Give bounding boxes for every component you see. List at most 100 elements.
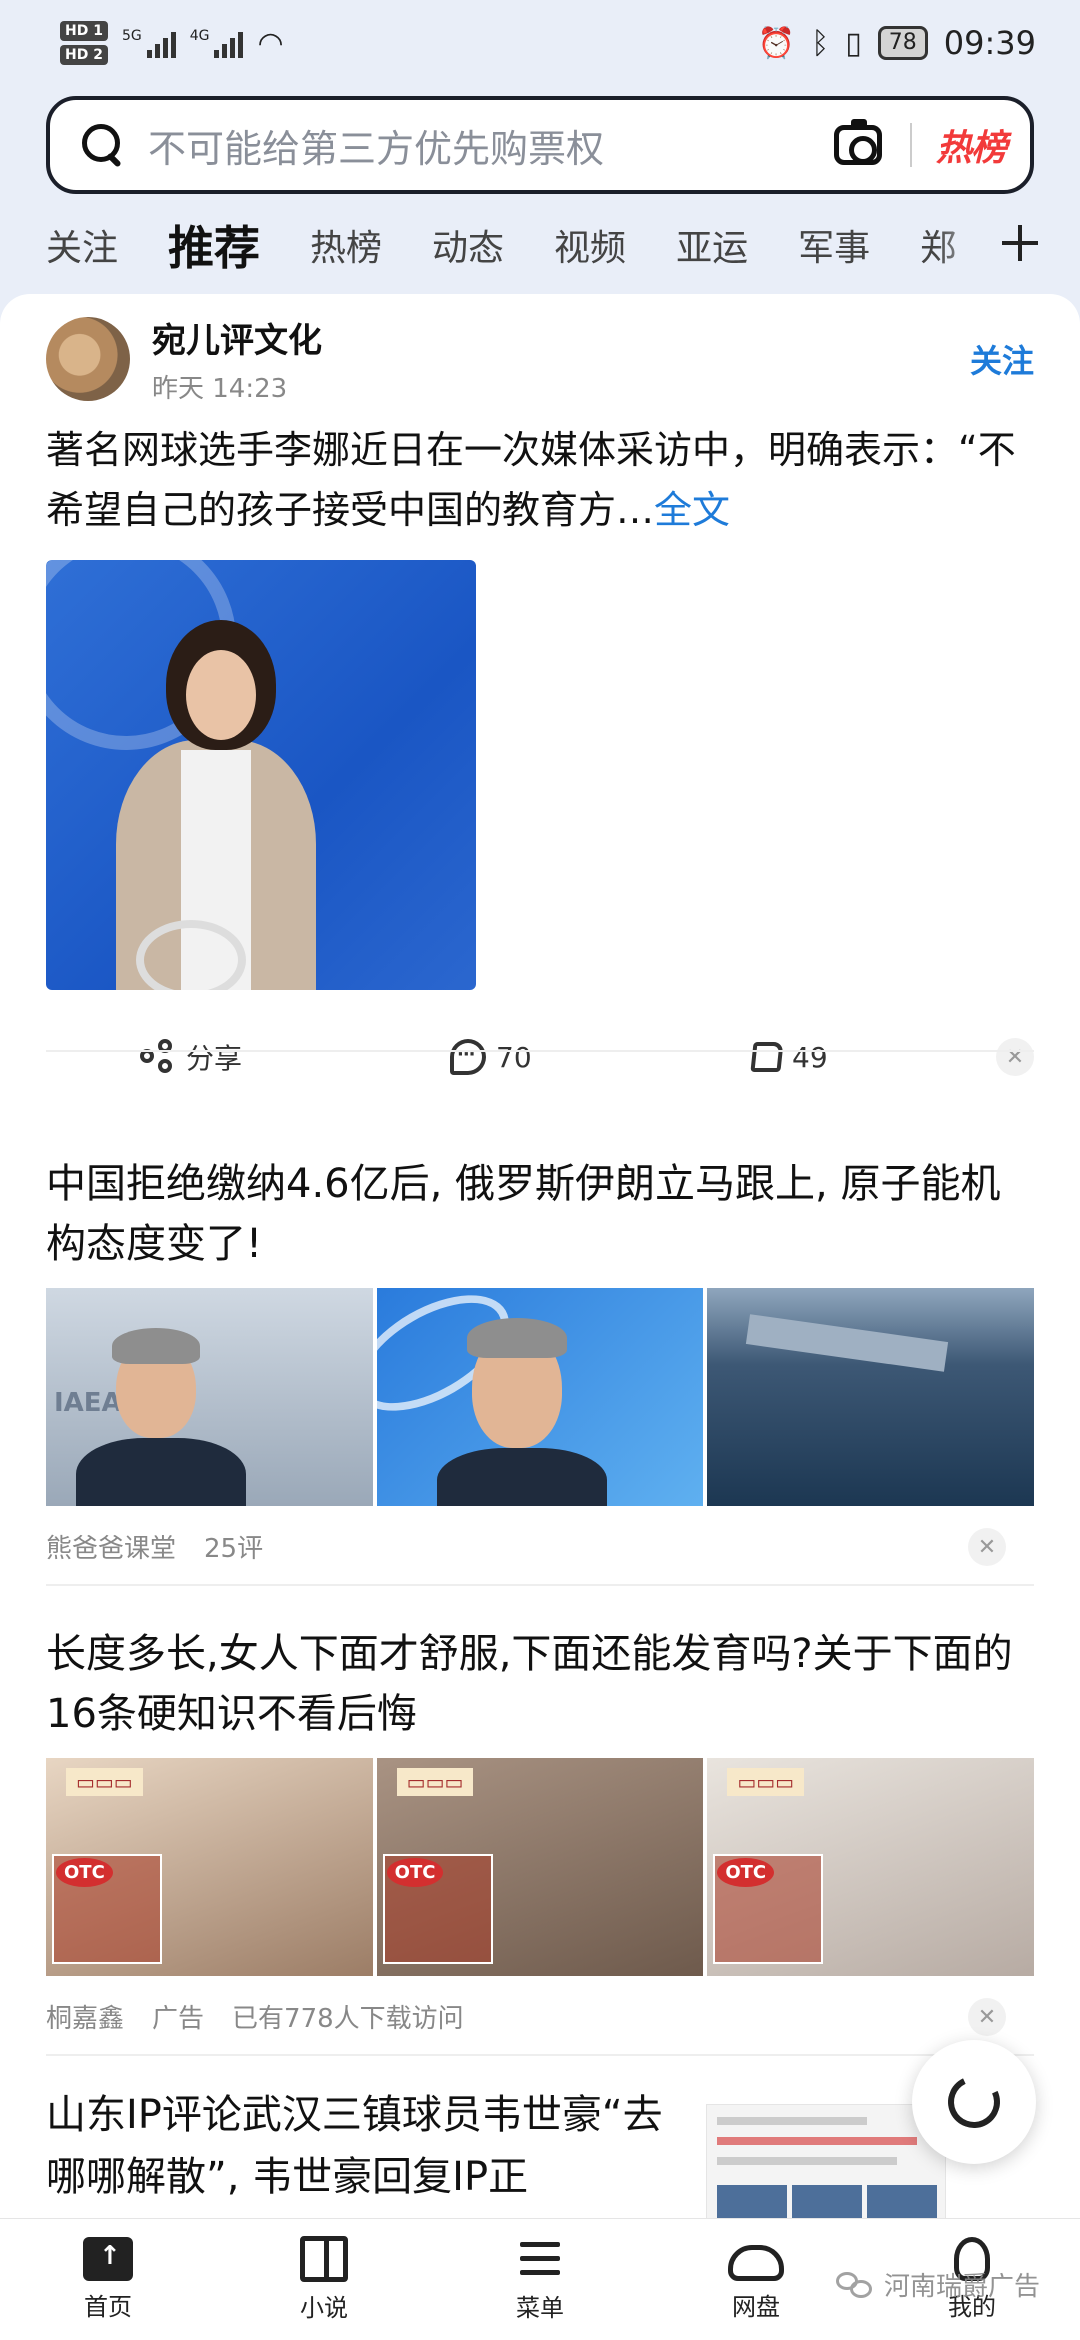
author-name[interactable]: 宛儿评文化 xyxy=(152,313,970,362)
post-card[interactable]: 宛儿评文化 昨天 14:23 关注 著名网球选手李娜近日在一次媒体采访中，明确表… xyxy=(46,314,1034,1112)
ad-banner: ▭▭▭ xyxy=(66,1768,143,1796)
dismiss-icon[interactable]: ✕ xyxy=(968,1528,1006,1566)
vibrate-icon: ▯ xyxy=(845,25,862,61)
like-button[interactable]: 49 xyxy=(750,1041,828,1074)
search-icon xyxy=(80,122,126,168)
share-label: 分享 xyxy=(186,1042,243,1075)
follow-button[interactable]: 关注 xyxy=(970,336,1034,382)
dismiss-icon[interactable]: ✕ xyxy=(968,1998,1006,2036)
suit-shape xyxy=(436,1448,607,1506)
tab-recommend[interactable]: 推荐 xyxy=(168,212,260,278)
feed: 宛儿评文化 昨天 14:23 关注 著名网球选手李娜近日在一次媒体采访中，明确表… xyxy=(0,294,1080,2218)
network-5g-label: 5G xyxy=(121,28,142,44)
author-row: 宛儿评文化 昨天 14:23 关注 xyxy=(46,314,1034,404)
nav-novel-label: 小说 xyxy=(300,2294,348,2322)
article-source[interactable]: 熊爸爸课堂 xyxy=(46,1528,176,1565)
camera-icon[interactable] xyxy=(833,119,882,165)
article-comments: 25评 xyxy=(204,1533,264,1564)
ad-meta: 桐嘉鑫 广告 已有778人下载访问 ✕ xyxy=(46,1996,1034,2036)
nav-menu-label: 菜单 xyxy=(516,2294,564,2322)
hd2-badge: HD 2 xyxy=(60,45,108,65)
ad-banner: ▭▭▭ xyxy=(727,1768,805,1796)
article-card[interactable]: 中国拒绝缴纳4.6亿后, 俄罗斯伊朗立马跟上, 原子能机构态度变了! IAEA … xyxy=(46,1154,1035,1566)
post-actions: 分享 70 49 ✕ xyxy=(46,1002,1034,1112)
article-thumbnail[interactable] xyxy=(706,2104,946,2218)
tab-asian-games[interactable]: 亚运 xyxy=(676,219,748,271)
article-image-2[interactable] xyxy=(376,1288,704,1506)
nav-cloud[interactable]: 网盘 xyxy=(648,2219,864,2340)
post-image[interactable] xyxy=(46,560,476,990)
wifi-icon: ◠ xyxy=(257,25,284,61)
thumb-line xyxy=(717,2157,897,2165)
article-title[interactable]: 中国拒绝缴纳4.6亿后, 俄罗斯伊朗立马跟上, 原子能机构态度变了! xyxy=(46,1154,1034,1274)
refresh-icon xyxy=(940,2068,1008,2136)
tab-dynamic[interactable]: 动态 xyxy=(432,219,504,271)
watermark-text: 河南瑞爵广告 xyxy=(884,2272,1041,2302)
nav-cloud-label: 网盘 xyxy=(732,2293,780,2321)
add-channel-icon[interactable] xyxy=(996,218,1046,268)
alarm-icon: ⏰ xyxy=(757,25,796,61)
hd1-badge: HD 1 xyxy=(60,21,108,41)
channel-tabs: 关注 推荐 热榜 动态 视频 亚运 军事 郑 xyxy=(46,210,1046,280)
comment-button[interactable]: 70 xyxy=(450,1039,532,1075)
article-image-3[interactable] xyxy=(707,1288,1035,1506)
refresh-button[interactable] xyxy=(912,2040,1036,2164)
post-time: 昨天 14:23 xyxy=(152,374,288,404)
article-title[interactable]: 山东IP评论武汉三镇球员韦世豪“去哪哪解散”, 韦世豪回复IP正 xyxy=(46,2084,686,2208)
tab-follow[interactable]: 关注 xyxy=(46,219,118,271)
ad-card[interactable]: 长度多长,女人下面才舒服,下面还能发育吗?关于下面的16条硬知识不看后悔 ▭▭▭… xyxy=(46,1624,1035,2036)
iaea-text: IAEA xyxy=(54,1388,122,1418)
network-4g-label: 4G xyxy=(189,28,210,44)
hair-shape xyxy=(466,1318,567,1358)
nav-home-label: 首页 xyxy=(84,2293,132,2321)
ad-source[interactable]: 桐嘉鑫 xyxy=(46,1998,124,2035)
article-image-1[interactable]: IAEA xyxy=(46,1288,373,1506)
menu-icon xyxy=(516,2236,564,2282)
ad-downloads: 已有778人下载访问 xyxy=(232,2003,464,2034)
signal-5g-icon: 5G xyxy=(122,28,176,58)
nav-novel[interactable]: 小说 xyxy=(216,2219,432,2340)
post-text[interactable]: 著名网球选手李娜近日在一次媒体采访中，明确表示：“不希望自己的孩子接受中国的教育… xyxy=(46,420,1034,540)
thumbs-up-icon xyxy=(750,1042,784,1072)
ad-title[interactable]: 长度多长,女人下面才舒服,下面还能发育吗?关于下面的16条硬知识不看后悔 xyxy=(46,1624,1034,1744)
divider xyxy=(46,1584,1034,1586)
watermark: 河南瑞爵广告 xyxy=(836,2266,1040,2303)
thumb-photo xyxy=(792,2185,862,2218)
search-input[interactable]: 不可能给第三方优先购票权 xyxy=(148,118,834,173)
status-left: HD 1 HD 2 5G 4G ◠ xyxy=(60,21,284,65)
ad-images: ▭▭▭ OTC ▭▭▭ OTC ▭▭▭ OTC xyxy=(46,1758,1035,1976)
ad-image-1[interactable]: ▭▭▭ OTC xyxy=(46,1758,373,1976)
post-body: 著名网球选手李娜近日在一次媒体采访中，明确表示：“不希望自己的孩子接受中国的教育… xyxy=(46,428,1016,532)
hd-badges: HD 1 HD 2 xyxy=(60,21,108,65)
signal-4g-icon: 4G xyxy=(190,28,244,58)
dismiss-icon[interactable]: ✕ xyxy=(996,1038,1034,1076)
hair-shape xyxy=(112,1328,200,1364)
ad-banner: ▭▭▭ xyxy=(396,1768,474,1796)
clock: 09:39 xyxy=(943,24,1036,62)
coast-shape xyxy=(746,1314,949,1372)
avatar[interactable] xyxy=(46,317,130,401)
search-bar[interactable]: 不可能给第三方优先购票权 热榜 xyxy=(46,96,1034,194)
racket-shape xyxy=(136,920,246,990)
tab-hot[interactable]: 热榜 xyxy=(310,219,382,271)
nav-home[interactable]: 首页 xyxy=(0,2219,216,2340)
otc-badge: OTC xyxy=(56,1858,113,1887)
wechat-icon xyxy=(836,2270,876,2300)
search-divider xyxy=(909,123,912,167)
ad-image-2[interactable]: ▭▭▭ OTC xyxy=(376,1758,704,1976)
bluetooth-icon: ᛒ xyxy=(811,25,830,61)
cloud-icon xyxy=(728,2245,784,2281)
tab-video[interactable]: 视频 xyxy=(554,219,626,271)
otc-badge: OTC xyxy=(386,1858,444,1887)
full-text-link[interactable]: 全文 xyxy=(654,488,730,532)
hot-list-button[interactable]: 热榜 xyxy=(936,119,1007,171)
otc-badge: OTC xyxy=(717,1858,775,1887)
share-button[interactable]: 分享 xyxy=(140,1037,242,1077)
nav-menu[interactable]: 菜单 xyxy=(432,2219,648,2340)
battery-indicator: 78 xyxy=(877,26,928,60)
tab-military[interactable]: 军事 xyxy=(798,219,870,271)
thumb-line xyxy=(717,2117,867,2125)
ad-image-3[interactable]: ▭▭▭ OTC xyxy=(707,1758,1035,1976)
divider xyxy=(46,2054,1034,2056)
article-card[interactable]: 山东IP评论武汉三镇球员韦世豪“去哪哪解散”, 韦世豪回复IP正 xyxy=(46,2084,1034,2218)
